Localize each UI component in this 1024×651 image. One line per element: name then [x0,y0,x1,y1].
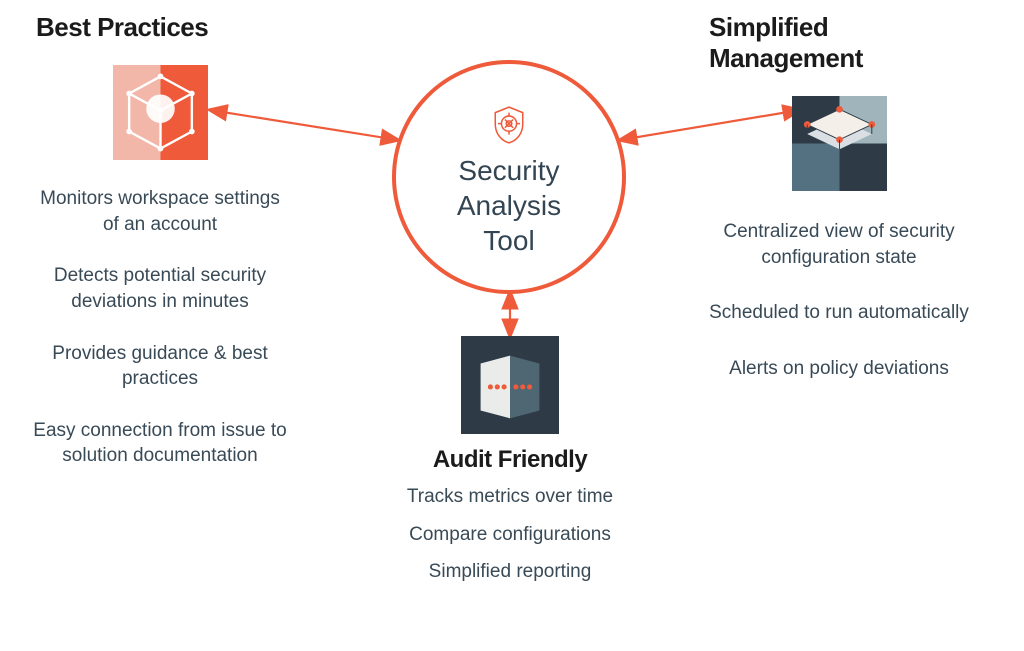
center-title: Security Analysis Tool [457,153,561,258]
audit-friendly-section: Audit Friendly Tracks metrics over time … [370,336,650,597]
security-analysis-tool-node: Security Analysis Tool [392,60,626,294]
best-practices-section: Best Practices Monitors workspace settin… [30,12,290,495]
left-bullet-2: Provides guidance & best practices [30,341,290,392]
bottom-bullet-0: Tracks metrics over time [407,484,613,510]
center-title-line3: Tool [483,225,534,256]
left-bullet-0: Monitors workspace settings of an accoun… [30,186,290,237]
left-bullet-1: Detects potential security deviations in… [30,263,290,314]
left-bullet-3: Easy connection from issue to solution d… [30,418,290,469]
audit-friendly-heading: Audit Friendly [433,446,587,474]
layer-icon [792,96,887,191]
right-bullet-1: Scheduled to run automatically [709,300,969,326]
bottom-bullet-2: Simplified reporting [429,559,592,585]
cards-icon [461,336,559,434]
best-practices-heading: Best Practices [36,12,208,43]
center-title-line1: Security [458,155,559,186]
simplified-management-heading: Simplified Management [709,12,979,74]
center-title-line2: Analysis [457,190,561,221]
cube-icon [113,65,208,160]
shield-icon [487,103,531,147]
right-bullet-0: Centralized view of security configurati… [709,219,969,270]
right-bullet-2: Alerts on policy deviations [729,356,949,382]
bottom-bullet-1: Compare configurations [409,522,611,548]
simplified-management-section: Simplified Management Centralized view o… [709,12,969,412]
